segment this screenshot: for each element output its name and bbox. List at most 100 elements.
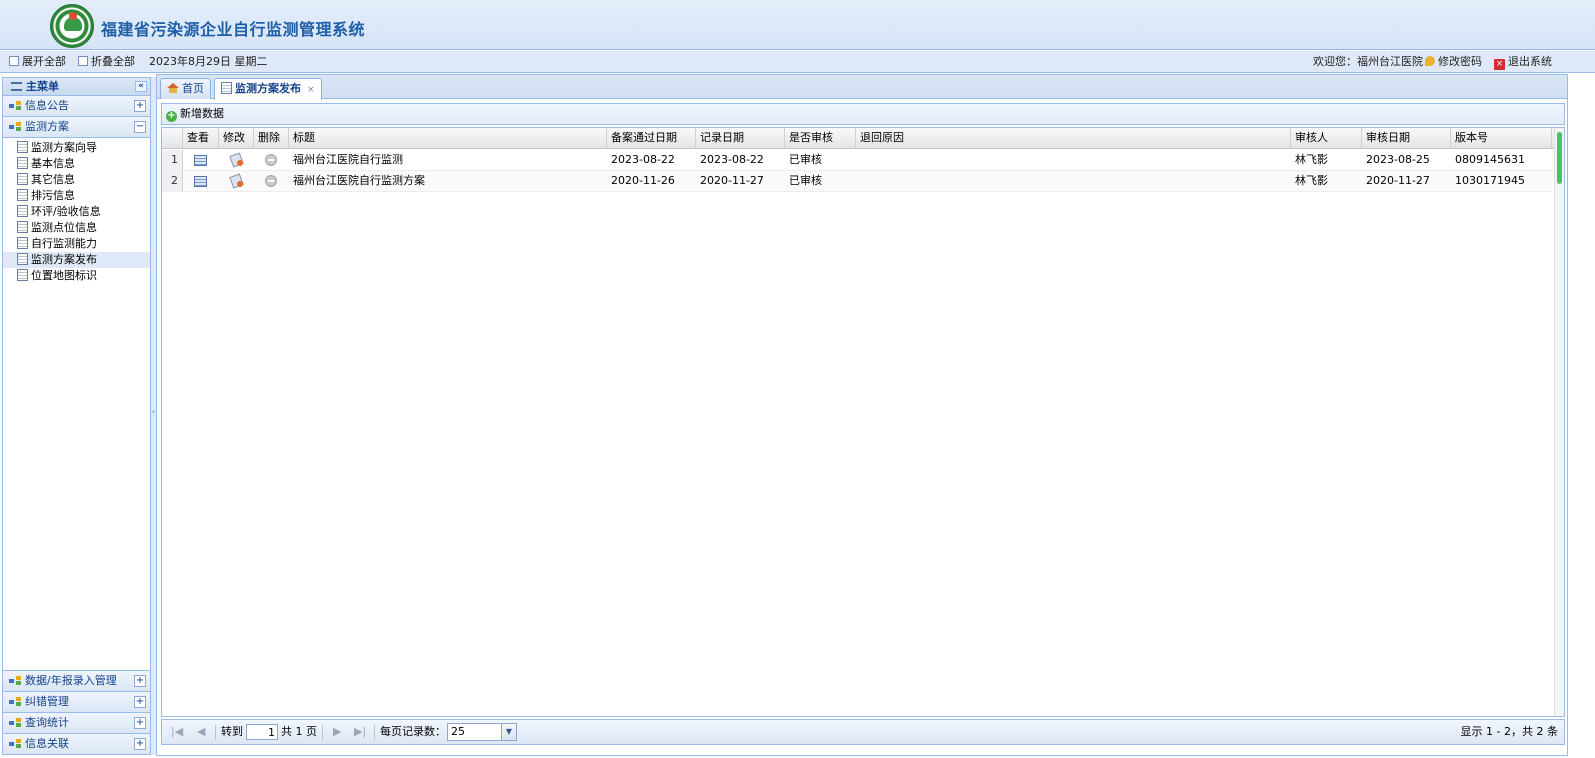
tab-strip: 首页 监测方案发布 × bbox=[157, 75, 1567, 100]
accordion-data-report[interactable]: 数据/年报录入管理 + bbox=[3, 670, 150, 691]
menu-icon bbox=[11, 82, 22, 91]
accordion-info-notice[interactable]: 信息公告 + bbox=[3, 96, 150, 117]
header-reviewed[interactable]: 是否审核 bbox=[785, 128, 856, 149]
view-cell[interactable] bbox=[183, 171, 219, 192]
last-page-icon[interactable]: ▶| bbox=[354, 720, 366, 744]
collapse-all-label: 折叠全部 bbox=[91, 55, 135, 68]
edit-icon[interactable] bbox=[230, 154, 243, 166]
cell-version: 1030171945 bbox=[1455, 174, 1525, 187]
tree-item-label: 监测点位信息 bbox=[31, 221, 97, 234]
tab-plan-publish[interactable]: 监测方案发布 × bbox=[214, 78, 322, 100]
goto-label: 转到 bbox=[221, 725, 243, 738]
tree-item-monitoring-points[interactable]: 监测点位信息 bbox=[3, 220, 150, 236]
document-icon bbox=[17, 269, 28, 281]
tree-item-label: 基本信息 bbox=[31, 157, 75, 170]
delete-icon[interactable] bbox=[265, 175, 277, 187]
expand-toggle[interactable]: + bbox=[134, 100, 146, 112]
delete-icon[interactable] bbox=[265, 154, 277, 166]
tree-item-plan-wizard[interactable]: 监测方案向导 bbox=[3, 140, 150, 156]
scrollbar-thumb[interactable] bbox=[1557, 132, 1562, 184]
view-icon[interactable] bbox=[194, 176, 207, 187]
add-data-button[interactable]: + 新增数据 bbox=[166, 104, 224, 124]
splitter-arrow-icon: ‹ bbox=[152, 407, 156, 416]
edit-icon[interactable] bbox=[230, 175, 243, 187]
main-panel: 首页 监测方案发布 × + 新增数据 查看 修改 删除 标题 备案通过日期 记录日期… bbox=[156, 74, 1568, 756]
current-date: 2023年8月29日 星期二 bbox=[149, 55, 268, 68]
paging-toolbar: |◀ ◀ 转到 共 1 页 ▶ ▶| 每页记录数： 25 ▼ 显示 1 - 2，… bbox=[161, 719, 1565, 745]
header-view[interactable]: 查看 bbox=[183, 128, 219, 149]
data-grid: 查看 修改 删除 标题 备案通过日期 记录日期 是否审核 退回原因 审核人 审核… bbox=[161, 127, 1565, 717]
view-icon[interactable] bbox=[194, 155, 207, 166]
header-version[interactable]: 版本号 bbox=[1451, 128, 1552, 149]
tab-label: 监测方案发布 bbox=[235, 82, 301, 95]
tree-item-label: 自行监测能力 bbox=[31, 237, 97, 250]
section-icon bbox=[9, 101, 21, 109]
logo bbox=[50, 4, 94, 48]
expand-toggle[interactable]: + bbox=[134, 717, 146, 729]
row-number: 2 bbox=[162, 171, 183, 192]
logout-link[interactable]: × 退出系统 bbox=[1494, 55, 1552, 70]
tree-item-self-monitoring-capability[interactable]: 自行监测能力 bbox=[3, 236, 150, 252]
collapse-all-button[interactable]: 折叠全部 bbox=[78, 55, 135, 69]
header-record-date[interactable]: 记录日期 bbox=[696, 128, 785, 149]
app-header: 福建省污染源企业自行监测管理系统 bbox=[0, 0, 1595, 50]
edit-cell[interactable] bbox=[219, 150, 254, 171]
header-filing-date[interactable]: 备案通过日期 bbox=[607, 128, 696, 149]
close-icon[interactable]: × bbox=[307, 81, 315, 100]
tab-home[interactable]: 首页 bbox=[160, 78, 211, 99]
change-password-link[interactable]: 修改密码 bbox=[1425, 55, 1482, 69]
header-reviewer[interactable]: 审核人 bbox=[1291, 128, 1362, 149]
section-icon bbox=[9, 739, 21, 747]
document-icon bbox=[17, 253, 28, 265]
tree-item-label: 环评/验收信息 bbox=[31, 205, 101, 218]
cell-version: 0809145631 bbox=[1455, 153, 1525, 166]
document-icon bbox=[17, 173, 28, 185]
document-icon bbox=[17, 189, 28, 201]
chevron-down-icon[interactable]: ▼ bbox=[501, 724, 516, 740]
cell-review-date: 2023-08-25 bbox=[1366, 153, 1430, 166]
expand-toggle[interactable]: + bbox=[134, 738, 146, 750]
first-page-icon[interactable]: |◀ bbox=[171, 720, 183, 744]
document-icon bbox=[17, 205, 28, 217]
header-title[interactable]: 标题 bbox=[289, 128, 607, 149]
collapse-sidebar-button[interactable]: « bbox=[135, 81, 147, 92]
tab-label: 首页 bbox=[182, 82, 204, 95]
cell-reviewer: 林飞影 bbox=[1295, 153, 1328, 166]
cell-filing-date: 2020-11-26 bbox=[611, 174, 675, 187]
expand-toggle[interactable]: + bbox=[134, 675, 146, 687]
delete-cell[interactable] bbox=[254, 171, 289, 192]
table-row[interactable]: 2 福州台江医院自行监测方案 2020-11-26 2020-11-27 已审核… bbox=[162, 171, 1552, 192]
document-icon bbox=[221, 82, 232, 94]
edit-cell[interactable] bbox=[219, 171, 254, 192]
table-row[interactable]: 1 福州台江医院自行监测 2023-08-22 2023-08-22 已审核 林… bbox=[162, 150, 1552, 171]
vertical-scrollbar[interactable] bbox=[1554, 128, 1564, 716]
page-size-select[interactable]: 25 ▼ bbox=[447, 723, 517, 741]
next-page-icon[interactable]: ▶ bbox=[333, 720, 341, 744]
delete-cell[interactable] bbox=[254, 150, 289, 171]
tree-item-map-location[interactable]: 位置地图标识 bbox=[3, 268, 150, 284]
cell-title: 福州台江医院自行监测方案 bbox=[293, 174, 425, 187]
expand-toggle[interactable]: + bbox=[134, 696, 146, 708]
header-edit[interactable]: 修改 bbox=[219, 128, 254, 149]
page-number-input[interactable] bbox=[246, 724, 278, 740]
header-review-date[interactable]: 审核日期 bbox=[1362, 128, 1451, 149]
tree-item-other-info[interactable]: 其它信息 bbox=[3, 172, 150, 188]
accordion-info-link[interactable]: 信息关联 + bbox=[3, 733, 150, 754]
tree-item-basic-info[interactable]: 基本信息 bbox=[3, 156, 150, 172]
header-delete[interactable]: 删除 bbox=[254, 128, 289, 149]
record-summary: 显示 1 - 2，共 2 条 bbox=[1460, 725, 1558, 738]
accordion-error-correction[interactable]: 纠错管理 + bbox=[3, 691, 150, 712]
tree-item-plan-publish[interactable]: 监测方案发布 bbox=[3, 252, 150, 268]
view-cell[interactable] bbox=[183, 150, 219, 171]
accordion-monitoring-plan[interactable]: 监测方案 − bbox=[3, 117, 150, 138]
tree-item-emission-info[interactable]: 排污信息 bbox=[3, 188, 150, 204]
tree-item-eia-info[interactable]: 环评/验收信息 bbox=[3, 204, 150, 220]
expand-all-button[interactable]: 展开全部 bbox=[9, 55, 66, 69]
separator bbox=[215, 725, 216, 740]
section-label: 纠错管理 bbox=[25, 695, 69, 708]
collapse-toggle[interactable]: − bbox=[134, 121, 146, 133]
cell-reviewer: 林飞影 bbox=[1295, 174, 1328, 187]
accordion-query-stats[interactable]: 查询统计 + bbox=[3, 712, 150, 733]
prev-page-icon[interactable]: ◀ bbox=[197, 720, 205, 744]
header-return-reason[interactable]: 退回原因 bbox=[856, 128, 1291, 149]
